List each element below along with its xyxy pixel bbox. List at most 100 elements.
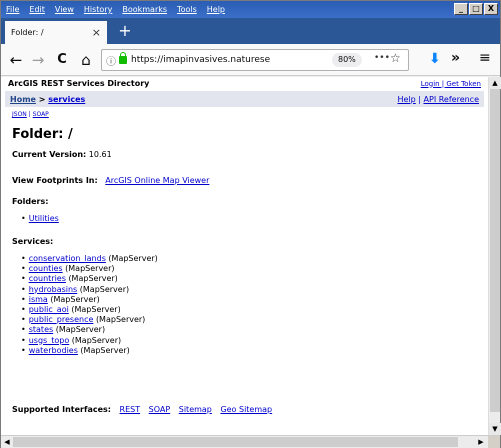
service-link[interactable]: counties [29,264,63,273]
service-link[interactable]: public_presence [29,315,94,324]
download-icon[interactable]: ⬇ [429,51,441,67]
service-type: (MapServer) [50,294,100,304]
service-link[interactable]: hydrobasins [29,285,78,294]
supported-interfaces-row: Supported Interfaces: REST SOAP Sitemap … [12,405,272,414]
horizontal-scroll-thumb[interactable] [13,437,458,447]
interface-soap-link[interactable]: SOAP [149,405,171,414]
minimize-button[interactable]: _ [454,3,468,15]
service-type: (MapServer) [55,325,106,335]
menu-view[interactable]: View [50,5,79,14]
service-link[interactable]: states [29,325,53,334]
login-link[interactable]: Login | Get Token [421,80,481,88]
breadcrumb-separator: > [35,94,49,104]
scroll-left-arrow-icon[interactable]: ◀ [1,436,13,448]
view-footprints-label: View Footprints In: [12,176,98,185]
tab-strip: Folder: / × + [1,18,500,44]
service-link[interactable]: conservation_lands [29,254,106,263]
reload-icon[interactable]: C [53,51,71,69]
menu-edit[interactable]: Edit [24,5,50,14]
soap-link[interactable]: SOAP [33,111,49,118]
window-controls: _ □ X [454,3,498,15]
folder-link-utilities[interactable]: Utilities [29,214,59,223]
zoom-indicator[interactable]: 80% [332,53,362,67]
url-text[interactable]: https://imapinvasives.naturese [131,55,331,65]
list-item: states (MapServer) [21,325,158,335]
services-label: Services: [12,237,53,246]
service-type: (MapServer) [79,284,130,294]
list-item: usgs_topo (MapServer) [21,336,158,346]
service-link[interactable]: waterbodies [29,346,78,355]
scroll-right-arrow-icon[interactable]: ▶ [475,436,487,448]
menu-bar: File Edit View History Bookmarks Tools H… [1,1,500,18]
service-link[interactable]: isma [29,295,48,304]
list-item: conservation_lands (MapServer) [21,254,158,264]
browser-window: File Edit View History Bookmarks Tools H… [0,0,501,448]
folders-label: Folders: [12,197,48,206]
arcgis-online-map-viewer-link[interactable]: ArcGIS Online Map Viewer [105,176,209,185]
interface-sitemap-link[interactable]: Sitemap [179,405,212,414]
list-item: countries (MapServer) [21,274,158,284]
vertical-scroll-thumb[interactable] [490,89,500,412]
scroll-down-arrow-icon[interactable]: ▼ [489,423,501,435]
menu-tools[interactable]: Tools [172,5,202,14]
api-reference-link[interactable]: API Reference [424,95,479,104]
help-link[interactable]: Help [397,95,415,104]
current-version-value: 10.61 [88,150,112,159]
tab-folder[interactable]: Folder: / × [5,21,107,44]
menu-history[interactable]: History [79,5,117,14]
json-link[interactable]: JSON [12,111,27,118]
hamburger-menu-icon[interactable]: ≡ [479,50,491,66]
menu-help[interactable]: Help [202,5,230,14]
supported-interfaces-label: Supported Interfaces: [12,405,111,414]
service-link[interactable]: public_aoi [29,305,69,314]
service-type: (MapServer) [71,335,122,345]
home-icon[interactable]: ⌂ [77,51,95,69]
list-item: hydrobasins (MapServer) [21,285,158,295]
bookmark-star-icon[interactable]: ☆ [390,51,401,65]
maximize-button[interactable]: □ [469,3,483,15]
url-bar[interactable]: ⓘ https://imapinvasives.naturese 80% •••… [101,49,409,71]
list-item: Utilities [21,214,59,224]
list-item: isma (MapServer) [21,295,158,305]
breadcrumb-services-link[interactable]: services [48,95,85,104]
info-icon[interactable]: ⓘ [106,53,116,68]
page-content: ArcGIS REST Services Directory Login | G… [1,77,488,435]
breadcrumb-home-link[interactable]: Home [10,95,36,104]
folders-list: Utilities [21,214,59,224]
list-item: waterbodies (MapServer) [21,346,158,356]
new-tab-button[interactable]: + [115,21,135,41]
directory-title: ArcGIS REST Services Directory [8,79,150,88]
back-arrow-icon[interactable]: ← [7,51,25,69]
list-item: counties (MapServer) [21,264,158,274]
page-actions-icon[interactable]: ••• [374,53,390,63]
format-links: JSON | SOAP [12,111,49,118]
overflow-menu-icon[interactable]: » [451,50,460,66]
service-type: (MapServer) [71,304,121,314]
vertical-scrollbar[interactable]: ▲ ▼ [488,77,501,435]
folders-heading: Folders: [12,197,49,206]
service-type: (MapServer) [68,274,118,284]
close-tab-icon[interactable]: × [92,26,101,39]
list-item: public_aoi (MapServer) [21,305,158,315]
service-type: (MapServer) [65,264,115,274]
close-window-button[interactable]: X [484,3,498,15]
horizontal-scrollbar[interactable]: ◀ ▶ [1,435,500,448]
lock-icon[interactable] [119,52,127,64]
service-link[interactable]: usgs_topo [29,336,70,345]
view-footprints-row: View Footprints In: ArcGIS Online Map Vi… [12,176,209,185]
help-separator: | [415,94,424,104]
interface-geo-sitemap-link[interactable]: Geo Sitemap [220,405,272,414]
breadcrumb: Home > services [10,95,85,104]
menu-bookmarks[interactable]: Bookmarks [117,5,172,14]
directory-header: ArcGIS REST Services Directory Login | G… [3,77,486,90]
menu-file[interactable]: File [1,5,24,14]
resize-grip-icon[interactable] [488,436,500,448]
help-links: Help | API Reference [397,95,479,104]
forward-arrow-icon[interactable]: → [29,51,47,69]
interface-rest-link[interactable]: REST [120,405,141,414]
current-version-row: Current Version: 10.61 [12,150,112,159]
service-link[interactable]: countries [29,274,66,283]
service-type: (MapServer) [80,345,130,355]
scroll-up-arrow-icon[interactable]: ▲ [489,77,501,89]
tab-title: Folder: / [11,28,44,37]
